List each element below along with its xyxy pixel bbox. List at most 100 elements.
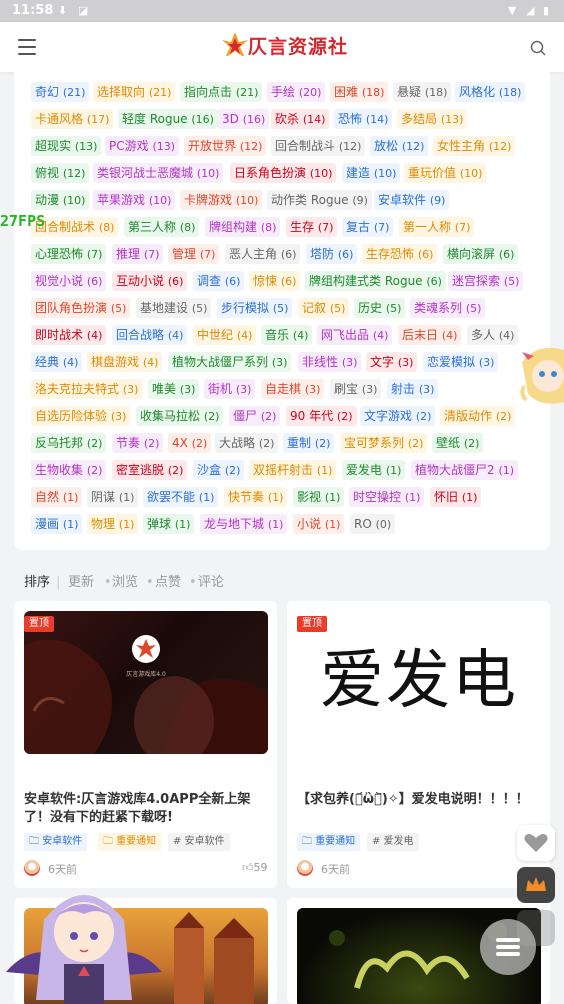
tag-chip[interactable]: RO (0) — [350, 514, 396, 534]
tag-chip[interactable]: 小说 (1) — [293, 514, 345, 534]
tag-chip[interactable]: 风格化 (18) — [455, 82, 526, 102]
tag-chip[interactable]: 恋爱模拟 (3) — [423, 352, 499, 372]
tag-chip[interactable]: 节奏 (2) — [112, 433, 164, 453]
tag-chip[interactable]: 回合战略 (4) — [112, 325, 188, 345]
tag-chip[interactable]: 团队角色扮演 (5) — [31, 298, 131, 318]
tag-chip[interactable]: 网飞出品 (4) — [317, 325, 393, 345]
tag-chip[interactable]: 沙盒 (2) — [193, 460, 245, 480]
tag-chip[interactable]: 回合制战斗 (12) — [271, 136, 366, 156]
tag-chip[interactable]: 植物大战僵尸2 (1) — [411, 460, 519, 480]
tag-chip[interactable]: 时空操控 (1) — [349, 487, 425, 507]
tag-chip[interactable]: 生物收集 (2) — [31, 460, 107, 480]
tag-chip[interactable]: 壁纸 (2) — [432, 433, 484, 453]
tag-chip[interactable]: 视觉小说 (6) — [31, 271, 107, 291]
tag-chip[interactable]: 街机 (3) — [204, 379, 256, 399]
tag-chip[interactable]: 安卓软件 (9) — [374, 190, 450, 210]
sort-option-likes[interactable]: 点赞 — [155, 574, 181, 592]
tag-chip[interactable]: 阴谋 (1) — [87, 487, 139, 507]
tag-chip[interactable]: 宝可梦系列 (2) — [340, 433, 428, 453]
menu-icon[interactable] — [18, 39, 36, 55]
tag-chip[interactable]: 苹果游戏 (10) — [93, 190, 176, 210]
tag-chip[interactable]: 日系角色扮演 (10) — [230, 163, 337, 183]
tag-chip[interactable]: 收集马拉松 (2) — [136, 406, 224, 426]
tag-chip[interactable]: 俯视 (12) — [31, 163, 90, 183]
tag-chip[interactable]: 自然 (1) — [31, 487, 83, 507]
tag-chip[interactable]: 历史 (5) — [354, 298, 406, 318]
tag-chip[interactable]: 类魂系列 (5) — [410, 298, 486, 318]
tag-chip[interactable]: PC游戏 (13) — [105, 136, 180, 156]
tag-chip[interactable]: 卡牌游戏 (10) — [180, 190, 263, 210]
tag-chip[interactable]: 惊悚 (6) — [249, 271, 301, 291]
search-icon[interactable] — [530, 40, 546, 56]
tag-chip[interactable]: 3D (16) — [218, 109, 270, 129]
tag-chip[interactable]: 漫画 (1) — [31, 514, 83, 534]
tag-chip[interactable]: 影视 (1) — [293, 487, 345, 507]
tag-chip[interactable]: 困难 (18) — [330, 82, 389, 102]
tag-chip[interactable]: 自走棋 (3) — [261, 379, 325, 399]
tag-chip[interactable]: 塔防 (6) — [306, 244, 358, 264]
tag-chip[interactable]: 心理恐怖 (7) — [31, 244, 107, 264]
tag-chip[interactable]: 复古 (7) — [342, 217, 394, 237]
tag-chip[interactable]: 卡通风格 (17) — [31, 109, 114, 129]
tag-chip[interactable]: 4X (2) — [168, 433, 212, 453]
tag-chip[interactable]: 非线性 (3) — [298, 352, 362, 372]
tag-chip[interactable]: 建造 (10) — [342, 163, 401, 183]
tag-chip[interactable]: 悬疑 (18) — [393, 82, 452, 102]
tag-chip[interactable]: 后末日 (4) — [398, 325, 462, 345]
tag-chip[interactable]: 重玩价值 (10) — [404, 163, 487, 183]
floating-menu-button[interactable] — [480, 919, 536, 975]
tag-chip[interactable]: 快节奏 (1) — [224, 487, 288, 507]
tag-chip[interactable]: 第三人称 (8) — [124, 217, 200, 237]
tag-chip[interactable]: 推理 (7) — [112, 244, 164, 264]
tag-chip[interactable]: 动作类 Rogue (9) — [267, 190, 372, 210]
tag-chip[interactable]: 轻度 Rogue (16) — [118, 109, 218, 129]
tag-chip[interactable]: 棋盘游戏 (4) — [87, 352, 163, 372]
tag-chip[interactable]: 爱发电 (1) — [342, 460, 406, 480]
post-tag-category[interactable]: 🗀 安卓软件 — [24, 833, 88, 851]
tag-chip[interactable]: 中世纪 (4) — [193, 325, 257, 345]
tag-chip[interactable]: 多结局 (13) — [397, 109, 468, 129]
tag-chip[interactable]: 文字 (3) — [366, 352, 418, 372]
tag-chip[interactable]: 类银河战士恶魔城 (10) — [93, 163, 224, 183]
tag-chip[interactable]: 调查 (6) — [193, 271, 245, 291]
post-title[interactable]: 【求包养(･᷄ὢ･᷅)✧】爱发电说明！！！！ — [297, 791, 541, 809]
post-tag-category[interactable]: 🗀 重要通知 — [297, 833, 361, 851]
tag-chip[interactable]: 迷宫探索 (5) — [448, 271, 524, 291]
tag-chip[interactable]: 动漫 (10) — [31, 190, 90, 210]
tag-chip[interactable]: 双摇杆射击 (1) — [249, 460, 337, 480]
tag-chip[interactable]: 生存 (7) — [286, 217, 338, 237]
tag-chip[interactable]: 龙与地下城 (1) — [200, 514, 288, 534]
tag-chip[interactable]: 文字游戏 (2) — [360, 406, 436, 426]
tag-chip[interactable]: 手绘 (20) — [267, 82, 326, 102]
tag-chip[interactable]: 欲罢不能 (1) — [143, 487, 219, 507]
post-tag-category[interactable]: 🗀 重要通知 — [98, 833, 162, 851]
tag-chip[interactable]: 大战略 (2) — [215, 433, 279, 453]
tag-chip[interactable]: 放松 (12) — [370, 136, 429, 156]
tag-chip[interactable]: 基地建设 (5) — [136, 298, 212, 318]
tag-chip[interactable]: 洛夫克拉夫特式 (3) — [31, 379, 143, 399]
tag-chip[interactable]: 弹球 (1) — [143, 514, 195, 534]
tag-chip[interactable]: 奇幻 (21) — [31, 82, 90, 102]
tag-chip[interactable]: 超现实 (13) — [31, 136, 102, 156]
tag-chip[interactable]: 恶人主角 (6) — [225, 244, 301, 264]
tag-chip[interactable]: 开放世界 (12) — [184, 136, 267, 156]
sort-option-update[interactable]: 更新 — [68, 574, 94, 592]
tag-chip[interactable]: 恐怖 (14) — [334, 109, 393, 129]
tag-chip[interactable]: 清版动作 (2) — [440, 406, 516, 426]
post-title[interactable]: 安卓软件:仄言游戏库4.0APP全新上架了！没有下的赶紧下载呀! — [24, 791, 268, 827]
tag-chip[interactable]: 砍杀 (14) — [271, 109, 330, 129]
post-card[interactable]: 仄言游戏库4.0 置顶 安卓软件:仄言游戏库4.0APP全新上架了！没有下的赶紧… — [14, 601, 277, 888]
tag-chip[interactable]: 反乌托邦 (2) — [31, 433, 107, 453]
tag-chip[interactable]: 牌组构建 (8) — [205, 217, 281, 237]
tag-chip[interactable]: 90 年代 (2) — [286, 406, 357, 426]
tag-chip[interactable]: 记叙 (5) — [298, 298, 350, 318]
author-avatar[interactable] — [24, 860, 40, 876]
tag-chip[interactable]: 步行模拟 (5) — [217, 298, 293, 318]
tag-chip[interactable]: 即时战术 (4) — [31, 325, 107, 345]
tag-chip[interactable]: 管理 (7) — [168, 244, 220, 264]
tag-chip[interactable]: 横向滚屏 (6) — [443, 244, 519, 264]
tag-chip[interactable]: 植物大战僵尸系列 (3) — [168, 352, 292, 372]
favorite-button[interactable] — [517, 825, 555, 861]
tag-chip[interactable]: 牌组构建式类 Rogue (6) — [305, 271, 446, 291]
tag-chip[interactable]: 僵尸 (2) — [229, 406, 281, 426]
